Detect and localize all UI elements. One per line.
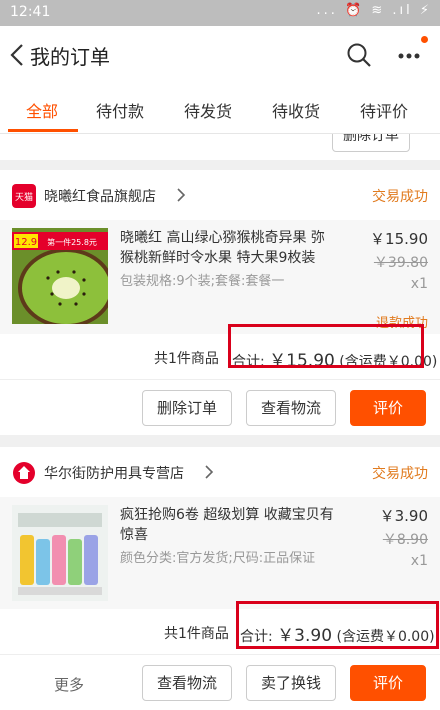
quantity: x1 (410, 276, 428, 292)
original-price: ￥8.90 (382, 532, 428, 548)
product-price: ￥3.90 (379, 507, 428, 525)
order-summary: 共1件商品 合计: ￥3.90 (含运费￥0.00) (0, 601, 440, 655)
review-button[interactable]: 评价 (350, 665, 426, 701)
delete-order-button[interactable]: 删除订单 (142, 390, 232, 426)
notification-dot (421, 36, 428, 43)
product-sku: 包装规格:9个装;套餐:套餐一 (120, 274, 285, 289)
order-card: 天猫 晓曦红食品旗舰店 交易成功 12.9 第一件25.8元 晓曦红 高山绿心猕… (0, 170, 440, 435)
order-summary: 共1件商品 合计: ￥15.90 (含运费￥0.00) (0, 324, 440, 380)
order-actions: 删除订单 查看物流 评价 (0, 380, 440, 436)
page-title: 我的订单 (30, 45, 110, 69)
more-link[interactable]: 更多 (54, 674, 84, 695)
status-icons: ... ⏰ ≋ .ıl ⚡ (316, 3, 432, 18)
active-tab-indicator (8, 129, 78, 132)
svg-text:第一件25.8元: 第一件25.8元 (47, 237, 97, 247)
item-count: 共1件商品 (154, 351, 219, 367)
tab-pending-payment[interactable]: 待付款 (96, 98, 144, 122)
product-title[interactable]: 晓曦红 高山绿心猕猴桃奇异果 弥猴桃新鲜时令水果 特大果9枚装 (120, 228, 338, 268)
shop-row[interactable]: 天猫 晓曦红食品旗舰店 交易成功 (0, 170, 440, 220)
highlight-box (236, 601, 439, 649)
view-logistics-button[interactable]: 查看物流 (142, 665, 232, 701)
product-sku: 颜色分类:官方发货;尺码:正品保证 (120, 551, 316, 566)
shop-row[interactable]: 华尔街防护用具专营店 交易成功 (0, 447, 440, 497)
quantity: x1 (410, 553, 428, 569)
product-title[interactable]: 疯狂抢购6卷 超级划算 收藏宝贝有惊喜 (120, 505, 338, 545)
svg-text:天猫: 天猫 (15, 191, 33, 203)
tab-all[interactable]: 全部 (26, 98, 58, 122)
chevron-right-icon (204, 465, 214, 483)
search-icon[interactable] (344, 40, 374, 70)
tab-pending-review[interactable]: 待评价 (360, 98, 408, 122)
order-status: 交易成功 (372, 189, 428, 205)
product-image[interactable] (12, 505, 108, 601)
status-time: 12:41 (10, 4, 51, 20)
tab-pending-receipt[interactable]: 待收货 (272, 98, 320, 122)
previous-order-card: 删除订单 (0, 134, 440, 160)
order-actions: 更多 查看物流 卖了换钱 评价 (0, 655, 440, 710)
delete-order-button[interactable]: 删除订单 (332, 134, 410, 152)
tmall-logo-icon: 天猫 (12, 184, 36, 208)
order-item[interactable]: 疯狂抢购6卷 超级划算 收藏宝贝有惊喜 颜色分类:官方发货;尺码:正品保证 ￥3… (0, 497, 440, 609)
order-card: 华尔街防护用具专营店 交易成功 疯狂抢购6卷 超级划算 收藏宝贝有惊喜 颜色分类… (0, 447, 440, 710)
item-count: 共1件商品 (164, 626, 229, 642)
shop-logo-icon (12, 461, 36, 485)
resell-button[interactable]: 卖了换钱 (246, 665, 336, 701)
order-status: 交易成功 (372, 466, 428, 482)
order-tabs: 全部 待付款 待发货 待收货 待评价 (0, 84, 440, 134)
original-price: ￥39.80 (373, 255, 428, 271)
review-button[interactable]: 评价 (350, 390, 426, 426)
order-item[interactable]: 12.9 第一件25.8元 晓曦红 高山绿心猕猴桃奇异果 弥猴桃新鲜时令水果 特… (0, 220, 440, 334)
status-bar: 12:41 ... ⏰ ≋ .ıl ⚡ (0, 0, 440, 26)
shop-name[interactable]: 晓曦红食品旗舰店 (44, 186, 156, 206)
more-icon[interactable] (394, 40, 424, 70)
app-header: 我的订单 (0, 26, 440, 84)
product-image[interactable]: 12.9 第一件25.8元 (12, 228, 108, 324)
chevron-right-icon (176, 188, 186, 206)
shop-name[interactable]: 华尔街防护用具专营店 (44, 463, 184, 483)
tab-pending-shipment[interactable]: 待发货 (184, 98, 232, 122)
svg-text:12.9: 12.9 (15, 237, 37, 248)
product-price: ￥15.90 (370, 230, 428, 248)
highlight-box (228, 324, 424, 368)
view-logistics-button[interactable]: 查看物流 (246, 390, 336, 426)
